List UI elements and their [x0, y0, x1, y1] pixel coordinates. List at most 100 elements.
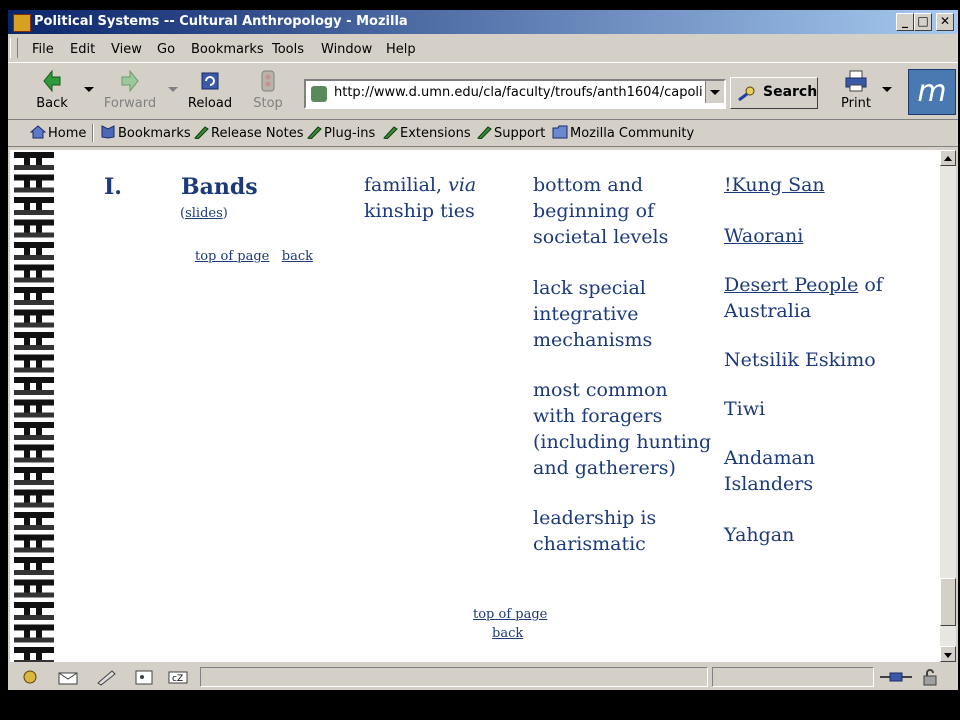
url-input[interactable]: http://www.d.umn.edu/cla/faculty/troufs/…: [334, 85, 702, 100]
mozilla-community-link[interactable]: Mozilla Community: [552, 125, 694, 141]
url-history-dropdown[interactable]: [705, 81, 724, 103]
folder-icon: [552, 125, 568, 139]
menu-bookmarks[interactable]: Bookmarks: [191, 42, 264, 57]
slides-link[interactable]: slides: [185, 206, 223, 221]
navigator-icon[interactable]: [18, 668, 42, 686]
mozilla-logo[interactable]: m: [908, 69, 956, 115]
status-message-panel: [200, 667, 708, 687]
bookmark-link-icon: [307, 126, 322, 139]
search-button[interactable]: Search: [730, 77, 818, 109]
example-islanders: Islanders: [724, 473, 814, 495]
plug-ins-link[interactable]: Plug-ins: [306, 125, 375, 141]
arrow-up-icon: [944, 156, 952, 161]
characteristic-1: bottom and beginning of societal levels: [533, 172, 668, 250]
menu-tools[interactable]: Tools: [272, 42, 304, 57]
release-notes-label: Release Notes: [211, 126, 304, 141]
mail-icon[interactable]: [56, 668, 80, 686]
home-label: Home: [48, 126, 87, 141]
desert-people-link[interactable]: Desert People: [724, 274, 858, 296]
title-bar: Political Systems -- Cultural Anthropolo…: [8, 10, 958, 34]
section-numeral: I.: [104, 174, 122, 200]
print-options-dropdown-icon[interactable]: [882, 87, 892, 92]
back-link[interactable]: back: [282, 249, 313, 264]
characteristic-line: mechanisms: [533, 329, 653, 351]
plug-ins-label: Plug-ins: [324, 126, 376, 141]
characteristic-line: most common: [533, 379, 668, 401]
section-heading: Bands: [181, 174, 258, 200]
characteristic-line: bottom and: [533, 174, 644, 196]
menu-go[interactable]: Go: [157, 42, 175, 57]
characteristic-line: with foragers: [533, 405, 663, 427]
reload-label: Reload: [187, 96, 233, 111]
personal-toolbar: Home Bookmarks Release Notes Plug-ins Ex…: [8, 120, 958, 147]
forward-history-dropdown-icon[interactable]: [168, 87, 178, 92]
menu-window[interactable]: Window: [321, 42, 372, 57]
characteristic-line: societal levels: [533, 226, 669, 248]
basis-via: via: [448, 174, 477, 196]
basis-line-1: familial, via: [364, 172, 476, 198]
bookmark-link-icon: [477, 126, 492, 139]
stop-icon: [261, 70, 275, 92]
document: I. Bands (slides) top of page back famil…: [10, 150, 940, 662]
home-icon: [30, 125, 46, 139]
chatzilla-icon[interactable]: cZ: [166, 668, 190, 686]
progress-panel: [712, 667, 874, 687]
forward-button[interactable]: Forward: [100, 69, 160, 115]
back-label: Back: [36, 96, 68, 111]
bookmarks-label: Bookmarks: [118, 126, 191, 141]
waorani-link[interactable]: Waorani: [724, 225, 803, 247]
back-arrow-icon: [43, 69, 61, 93]
bottom-back-link[interactable]: back: [492, 626, 523, 641]
mozilla-app-icon[interactable]: [13, 14, 31, 32]
support-link[interactable]: Support: [476, 125, 545, 141]
kung-san-link[interactable]: !Kung San: [724, 174, 825, 196]
characteristic-line: charismatic: [533, 533, 646, 555]
home-button[interactable]: Home: [30, 125, 86, 141]
search-magnifier-icon: [738, 86, 755, 101]
menu-view[interactable]: View: [111, 42, 142, 57]
maximize-button[interactable]: □: [914, 13, 932, 31]
example-andaman: Andaman: [724, 447, 816, 469]
bottom-top-of-page-link[interactable]: top of page: [473, 607, 547, 622]
bottom-top-of-page: top of page: [473, 606, 547, 624]
back-button[interactable]: Back: [22, 69, 82, 115]
characteristic-line: integrative: [533, 303, 639, 325]
page-content[interactable]: I. Bands (slides) top of page back famil…: [10, 150, 940, 662]
status-bar: cZ: [8, 664, 958, 690]
example-australia: Australia: [724, 300, 812, 322]
top-of-page-link[interactable]: top of page: [195, 249, 269, 264]
forward-arrow-icon: [121, 69, 139, 93]
reload-button[interactable]: Reload: [180, 69, 240, 115]
minimize-button[interactable]: _: [896, 13, 914, 31]
security-lock-icon[interactable]: [920, 668, 940, 686]
characteristic-4: leadership is charismatic: [533, 505, 656, 557]
toolbar-separator: [92, 124, 94, 142]
bookmarks-button[interactable]: Bookmarks: [100, 125, 191, 141]
mozilla-community-label: Mozilla Community: [570, 126, 695, 141]
scroll-down-button[interactable]: [940, 646, 956, 662]
basis-line-2: kinship ties: [364, 200, 475, 222]
url-bar[interactable]: http://www.d.umn.edu/cla/faculty/troufs/…: [304, 79, 726, 109]
example-yahgan: Yahgan: [724, 524, 795, 546]
back-history-dropdown-icon[interactable]: [84, 87, 94, 92]
close-button[interactable]: ✕: [936, 13, 954, 31]
scroll-up-button[interactable]: [940, 150, 956, 166]
menu-bar: File Edit View Go Bookmarks Tools Window…: [8, 36, 958, 60]
extensions-label: Extensions: [400, 126, 471, 141]
scrollbar-thumb[interactable]: [940, 578, 956, 626]
stop-button[interactable]: Stop: [238, 69, 298, 115]
toolbar-grip[interactable]: [10, 38, 18, 58]
page-proxy-icon[interactable]: [311, 86, 327, 102]
print-button[interactable]: Print: [826, 69, 886, 115]
vertical-scrollbar[interactable]: [940, 150, 956, 662]
menu-help[interactable]: Help: [386, 42, 416, 57]
composer-icon[interactable]: [94, 668, 118, 686]
address-book-icon[interactable]: [132, 668, 156, 686]
menu-file[interactable]: File: [32, 42, 54, 57]
menu-edit[interactable]: Edit: [70, 42, 95, 57]
extensions-link[interactable]: Extensions: [382, 125, 471, 141]
online-connection-icon[interactable]: [878, 668, 914, 686]
desert-people-of: of: [858, 274, 883, 296]
support-label: Support: [494, 126, 546, 141]
release-notes-link[interactable]: Release Notes: [193, 125, 303, 141]
